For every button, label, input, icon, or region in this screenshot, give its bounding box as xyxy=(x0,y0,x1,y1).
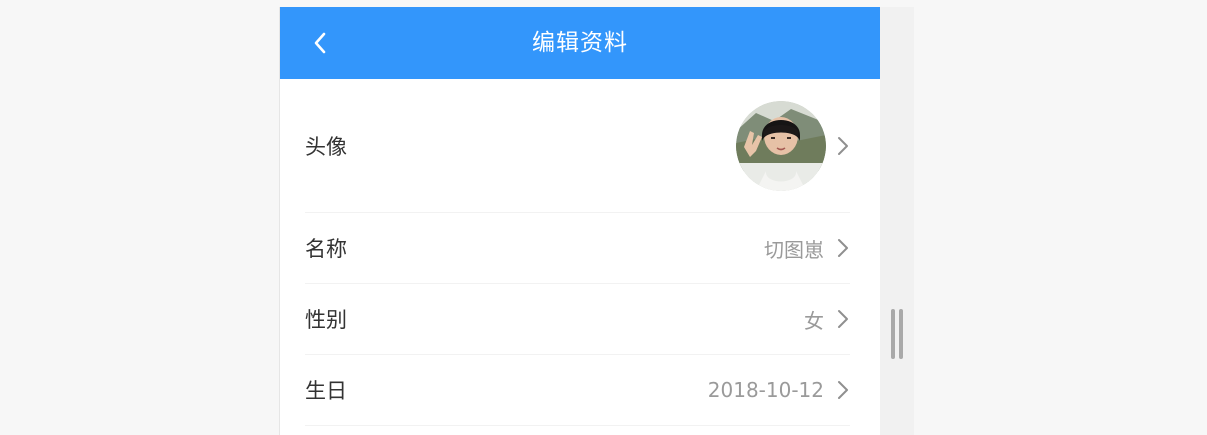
gender-row[interactable]: 性别 女 xyxy=(305,284,850,355)
gender-row-right: 女 xyxy=(804,305,850,334)
gender-label: 性别 xyxy=(305,308,347,332)
right-gutter xyxy=(879,7,914,435)
name-label: 名称 xyxy=(305,237,347,261)
app-stage: 编辑资料 头像 名称 切图崽 性别 女 生日 2018-10-12 xyxy=(0,0,1207,435)
name-value: 切图崽 xyxy=(764,237,824,262)
page-title: 编辑资料 xyxy=(532,30,628,56)
avatar-row-right xyxy=(736,100,850,191)
birthday-label: 生日 xyxy=(305,379,347,403)
birthday-row[interactable]: 生日 2018-10-12 xyxy=(305,355,850,426)
avatar-label: 头像 xyxy=(305,134,347,159)
resize-handle-bar xyxy=(899,309,903,359)
mobile-screen: 编辑资料 头像 名称 切图崽 性别 女 生日 2018-10-12 xyxy=(279,7,880,435)
chevron-right-icon xyxy=(838,310,848,328)
birthday-row-right: 2018-10-12 xyxy=(708,378,850,402)
gender-value: 女 xyxy=(804,308,824,333)
chevron-right-icon xyxy=(838,136,848,155)
avatar[interactable] xyxy=(736,100,826,191)
profile-list: 头像 名称 切图崽 性别 女 生日 2018-10-12 xyxy=(280,79,880,426)
top-app-bar: 编辑资料 xyxy=(280,7,880,79)
chevron-right-icon xyxy=(838,239,848,257)
name-row-right: 切图崽 xyxy=(764,234,850,263)
resize-handle-bar xyxy=(891,309,895,359)
name-row[interactable]: 名称 切图崽 xyxy=(305,213,850,284)
avatar-row[interactable]: 头像 xyxy=(305,79,850,213)
birthday-value: 2018-10-12 xyxy=(707,378,824,402)
avatar-image xyxy=(736,100,826,191)
resize-handle[interactable] xyxy=(891,309,903,359)
chevron-right-icon xyxy=(838,381,848,399)
